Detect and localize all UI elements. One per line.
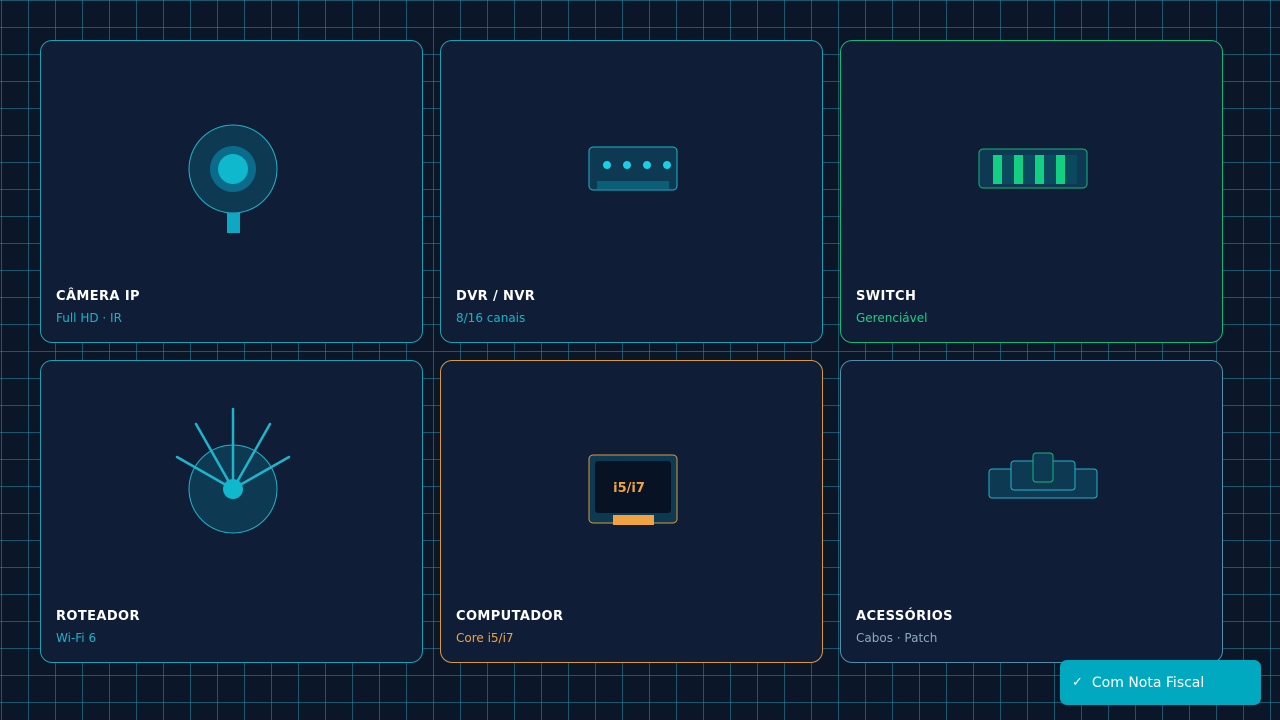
computer-screen-label: i5/i7	[613, 481, 645, 496]
nota-fiscal-badge[interactable]: ✓ Com Nota Fiscal	[1060, 660, 1261, 705]
card-acessorios[interactable]: ACESSÓRIOS Cabos · Patch	[840, 360, 1223, 663]
card-subtitle: Wi-Fi 6	[56, 631, 97, 645]
card-title: CÂMERA IP	[56, 289, 140, 304]
card-title: SWITCH	[856, 289, 917, 304]
switch-icon	[978, 148, 1088, 189]
card-title: COMPUTADOR	[456, 609, 564, 624]
card-dvr-nvr[interactable]: DVR / NVR 8/16 canais	[440, 40, 823, 343]
dvr-icon	[588, 146, 678, 191]
card-subtitle: Core i5/i7	[456, 631, 514, 645]
card-title: ACESSÓRIOS	[856, 609, 953, 624]
accessories-icon	[988, 452, 1098, 499]
card-switch[interactable]: SWITCH Gerenciável	[840, 40, 1223, 343]
card-camera-ip[interactable]: CÂMERA IP Full HD · IR	[40, 40, 423, 343]
card-title: DVR / NVR	[456, 289, 536, 304]
card-subtitle: Full HD · IR	[56, 311, 122, 325]
card-subtitle: Gerenciável	[856, 311, 928, 325]
check-icon: ✓	[1072, 675, 1083, 690]
badge-label: Com Nota Fiscal	[1091, 674, 1205, 691]
card-computador[interactable]: i5/i7 COMPUTADOR Core i5/i7	[440, 360, 823, 663]
card-title: ROTEADOR	[56, 609, 140, 624]
router-icon	[175, 407, 291, 534]
card-subtitle: Cabos · Patch	[856, 631, 938, 645]
card-subtitle: 8/16 canais	[456, 311, 526, 325]
computer-icon: i5/i7	[588, 454, 678, 525]
camera-icon	[188, 124, 278, 233]
card-roteador[interactable]: ROTEADOR Wi-Fi 6	[40, 360, 423, 663]
